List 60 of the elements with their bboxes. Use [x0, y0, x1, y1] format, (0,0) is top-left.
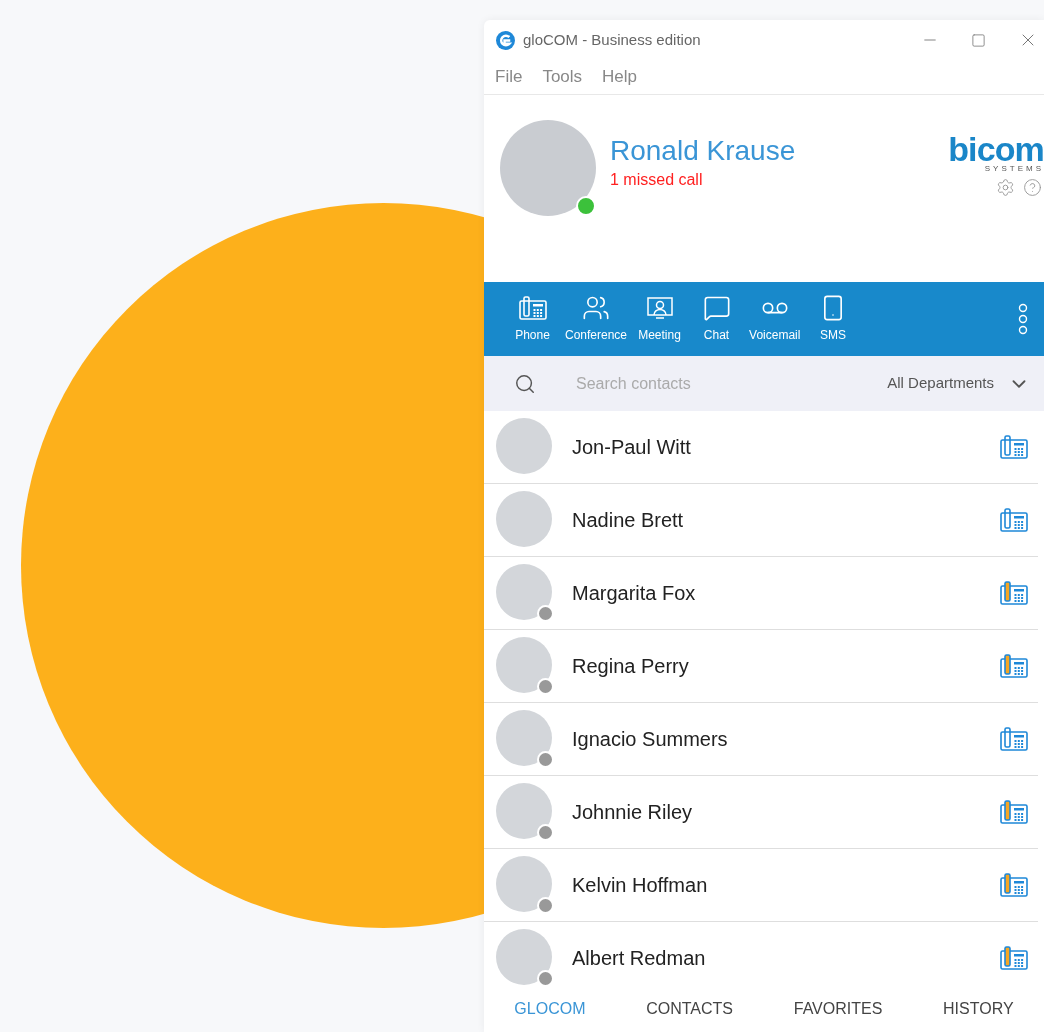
contact-row[interactable]: Ignacio Summers [484, 703, 1038, 776]
avatar [496, 783, 552, 839]
desk-phone-icon[interactable] [1000, 800, 1028, 824]
avatar [496, 929, 552, 985]
desk-phone-icon[interactable] [1000, 654, 1028, 678]
contact-name: Ignacio Summers [572, 727, 728, 752]
search-icon[interactable] [514, 372, 536, 395]
contact-name: Jon-Paul Witt [572, 435, 691, 460]
desk-phone-icon[interactable] [1000, 873, 1028, 897]
bottom-tab[interactable]: CONTACTS [646, 997, 733, 1021]
desk-phone-icon[interactable] [1000, 727, 1028, 751]
contact-row[interactable]: Regina Perry [484, 630, 1038, 703]
missed-call-notice[interactable]: 1 missed call [610, 168, 796, 192]
contact-name: Albert Redman [572, 946, 706, 971]
desk-phone-icon[interactable] [1000, 435, 1028, 459]
window-title: gloCOM - Business edition [523, 29, 701, 50]
menu-item[interactable]: Tools [542, 64, 583, 90]
contact-name: Regina Perry [572, 654, 689, 679]
avatar [496, 637, 552, 693]
search-field[interactable]: Search contacts [576, 371, 796, 396]
contact-row[interactable]: Margarita Fox [484, 557, 1038, 630]
toolbar-button[interactable]: Chat [688, 294, 746, 344]
contact-row[interactable]: Jon-Paul Witt [484, 411, 1038, 484]
contact-row[interactable]: Nadine Brett [484, 484, 1038, 557]
group-icon [582, 294, 610, 322]
brand-subtext: SYSTEMS [984, 164, 1044, 174]
menu-item[interactable]: File [495, 64, 523, 90]
menu-item[interactable]: Help [602, 64, 638, 90]
desk-phone-icon[interactable] [1000, 508, 1028, 532]
contact-name: Margarita Fox [572, 581, 696, 606]
chat-icon [702, 294, 731, 322]
brand-logo: bicom [948, 134, 1044, 164]
profile-name: Ronald Krause [610, 134, 796, 168]
toolbar-button[interactable]: Phone [504, 294, 561, 344]
desk-phone-icon[interactable] [1000, 581, 1028, 605]
bottom-tab[interactable]: HISTORY [943, 997, 1014, 1021]
settings-icon[interactable] [996, 178, 1015, 197]
bottom-tab[interactable]: FAVORITES [793, 997, 883, 1021]
desk-phone-icon[interactable] [518, 294, 547, 322]
desk-phone-icon[interactable] [1000, 946, 1028, 970]
contact-row[interactable]: Kelvin Hoffman [484, 849, 1038, 922]
toolbar-button[interactable]: Conference [561, 294, 632, 344]
toolbar-button[interactable]: SMS [804, 294, 862, 344]
help-icon[interactable] [1023, 178, 1042, 197]
toolbar-button[interactable]: Voicemail [745, 294, 805, 344]
avatar [496, 564, 552, 620]
toolbar-button[interactable]: Meeting [631, 294, 689, 344]
avatar [496, 491, 552, 547]
contact-row[interactable]: Johnnie Riley [484, 776, 1038, 849]
department-dropdown[interactable]: All Departments [887, 372, 1030, 395]
contact-name: Kelvin Hoffman [572, 873, 708, 898]
app-logo-icon [496, 30, 515, 50]
avatar [496, 710, 552, 766]
presentation-user-icon [645, 294, 674, 322]
more-options-icon[interactable] [1018, 303, 1028, 335]
avatar [496, 418, 552, 474]
avatar [496, 856, 552, 912]
contact-name: Nadine Brett [572, 508, 684, 533]
maximize-icon[interactable] [971, 32, 986, 48]
contact-name: Johnnie Riley [572, 800, 693, 825]
